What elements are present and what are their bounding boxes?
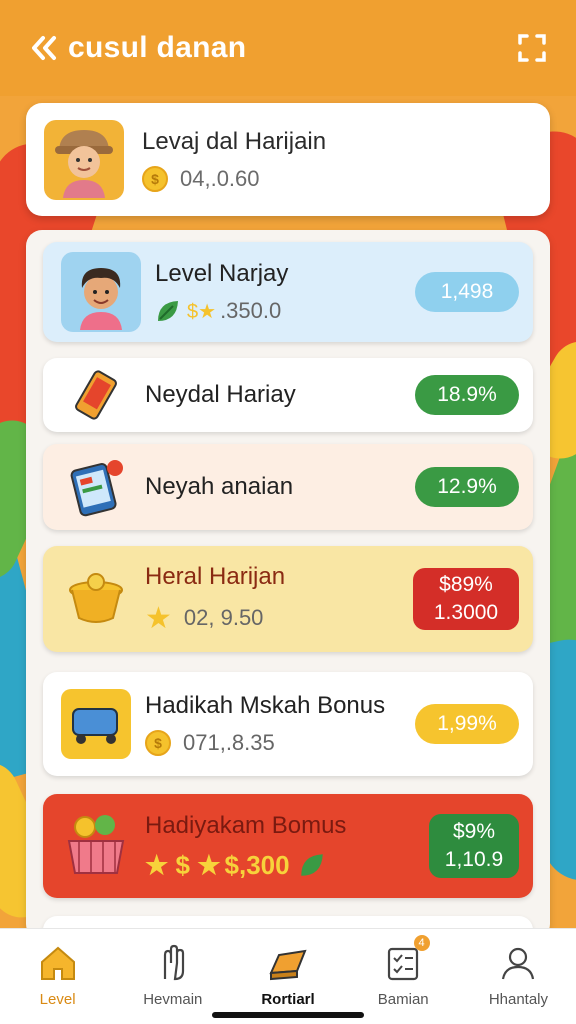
icon-wrap — [61, 360, 131, 430]
item-title: Level Narjay — [155, 260, 289, 287]
profile-value: 04,.0.60 — [180, 165, 260, 191]
item-badge: 12.9% — [415, 467, 519, 507]
item-badge: 1,99% — [415, 704, 519, 744]
bottom-nav: Level Hevmain Rortiarl 4 Bamian Hhantaly — [0, 928, 576, 1024]
nav-item-level[interactable]: Level — [0, 929, 115, 1024]
item-title: Neyah anaian — [145, 473, 294, 500]
item-badge: 18.9% — [415, 375, 519, 415]
boy-avatar-icon — [80, 268, 122, 330]
star-icon: $★ — [187, 300, 217, 323]
nav-label: Bamian — [377, 991, 429, 1008]
avatar — [44, 119, 124, 200]
nav-label: Hevmain — [143, 991, 203, 1008]
profile-title: Levaj dal Harijain — [142, 127, 327, 155]
double-chevron-left-icon — [32, 36, 56, 60]
item-badge: $9% 1,10.9 — [429, 814, 519, 878]
expand-icon — [518, 34, 546, 62]
leaf-icon — [158, 301, 178, 321]
expand-button[interactable] — [512, 28, 552, 68]
hand-icon — [163, 944, 184, 981]
item-value: 071,.8.35 — [183, 730, 275, 755]
phone-icon — [75, 370, 117, 420]
icon-wrap — [61, 452, 131, 522]
back-button[interactable] — [24, 28, 64, 68]
item-title: Hadikah Mskah Bonus — [145, 692, 386, 719]
nav-item-rortiarl[interactable]: Rortiarl — [230, 929, 345, 1024]
profile-card[interactable]: Levaj dal Harijain $ 04,.0.60 — [26, 103, 550, 216]
item-title: Hadiyakam Bomus — [145, 811, 347, 839]
list-item[interactable]: Level Narjay $★ .350.0 1,498 — [43, 242, 533, 342]
home-indicator — [212, 1012, 364, 1018]
item-title: Neydal Hariay — [145, 381, 296, 408]
gold-bar-icon — [269, 949, 307, 981]
item-value: .350.0 — [220, 298, 282, 323]
home-icon — [40, 946, 75, 980]
girl-avatar-icon — [55, 129, 113, 198]
badge-line-1: $89% — [439, 573, 493, 596]
coin-icon: $ — [142, 165, 168, 192]
coin-icon: $ — [145, 730, 171, 756]
tablet-icon — [70, 460, 123, 517]
nav-item-bamian[interactable]: 4 Bamian — [346, 929, 461, 1024]
list-item[interactable]: Hadikah Mskah Bonus $ 071,.8.35 1,99% — [43, 672, 533, 776]
list-item[interactable]: Hadiyakam Bomus ★ $ ★ $,300 $9% 1,10.9 — [43, 794, 533, 898]
nav-label: Level — [39, 991, 76, 1008]
star-icon: ★ — [145, 601, 172, 635]
cart-icon — [72, 708, 118, 744]
leaf-icon — [300, 854, 323, 876]
list-item[interactable]: Heral Harijan ★ 02, 9.50 $89% 1.3000 — [43, 546, 533, 652]
icon-wrap — [61, 811, 131, 881]
avatar — [61, 252, 141, 332]
nav-label: Rortiarl — [261, 991, 315, 1008]
gift-basket-icon — [67, 815, 125, 874]
person-icon — [502, 947, 535, 980]
star-icon: ★ $ ★ — [145, 849, 221, 880]
nav-item-hevmain[interactable]: Hevmain — [115, 929, 230, 1024]
basket-icon — [69, 573, 123, 623]
item-badge: $89% 1.3000 — [413, 568, 519, 630]
nav-label: Hhantaly — [488, 991, 549, 1008]
badge-line-2: 1.3000 — [433, 601, 499, 624]
item-value: $,300 — [224, 849, 290, 880]
item-value: 02, 9.50 — [183, 605, 264, 630]
reward-list: Level Narjay $★ .350.0 1,498 Neydal Hari… — [26, 230, 550, 940]
badge-line-1: $9% — [452, 820, 496, 843]
page-title: cusul danan — [68, 31, 247, 64]
icon-wrap — [61, 564, 131, 634]
app-header: cusul danan — [0, 0, 576, 96]
list-item[interactable]: Neyah anaian 12.9% — [43, 444, 533, 530]
item-badge: 1,498 — [415, 272, 519, 312]
notification-badge: 4 — [413, 935, 430, 951]
item-title: Heral Harijan — [145, 562, 286, 590]
list-item[interactable]: Neydal Hariay 18.9% — [43, 358, 533, 432]
icon-wrap — [61, 689, 131, 759]
badge-line-2: 1,10.9 — [444, 848, 504, 871]
nav-item-hhantaly[interactable]: Hhantaly — [461, 929, 576, 1024]
